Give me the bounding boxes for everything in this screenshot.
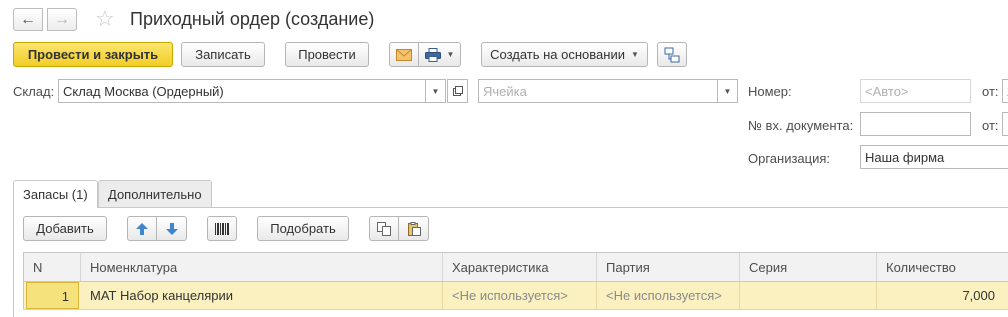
barcode-icon bbox=[215, 222, 229, 235]
cell-batch[interactable]: <Не используется> bbox=[597, 282, 740, 309]
arrow-left-icon: ← bbox=[20, 10, 36, 28]
copy-button[interactable] bbox=[369, 216, 399, 241]
incoming-date-field[interactable] bbox=[1002, 112, 1008, 136]
move-up-button[interactable] bbox=[127, 216, 157, 241]
cell-n[interactable]: 1 bbox=[26, 282, 79, 309]
cell-dropdown-button[interactable]: ▼ bbox=[718, 79, 738, 103]
cell-placeholder: Ячейка bbox=[483, 84, 527, 99]
structure-button[interactable] bbox=[657, 42, 687, 67]
organization-field[interactable]: Наша фирма bbox=[860, 145, 1008, 169]
create-based-on-label: Создать на основании bbox=[490, 47, 625, 62]
back-button[interactable]: ← bbox=[13, 8, 43, 31]
create-based-on-button[interactable]: Создать на основании ▼ bbox=[481, 42, 648, 67]
post-and-close-button[interactable]: Провести и закрыть bbox=[13, 42, 173, 67]
document-structure-icon bbox=[664, 47, 680, 62]
column-header-series[interactable]: Серия bbox=[740, 253, 877, 281]
print-button[interactable]: ▼ bbox=[418, 42, 461, 67]
table-row[interactable]: 1 МАТ Набор канцелярии <Не используется>… bbox=[23, 282, 1008, 310]
envelope-icon bbox=[396, 48, 412, 61]
tab-stock[interactable]: Запасы (1) bbox=[13, 180, 98, 208]
incoming-doc-field[interactable] bbox=[860, 112, 971, 136]
warehouse-dropdown-button[interactable]: ▼ bbox=[426, 79, 446, 103]
cell-series[interactable] bbox=[740, 282, 877, 309]
paste-button[interactable] bbox=[398, 216, 429, 241]
cell-characteristic[interactable]: <Не используется> bbox=[443, 282, 597, 309]
table-header: N Номенклатура Характеристика Партия Сер… bbox=[23, 252, 1008, 282]
chevron-down-icon: ▼ bbox=[446, 50, 455, 59]
forward-button[interactable]: → bbox=[47, 8, 77, 31]
organization-label: Организация: bbox=[748, 151, 831, 166]
column-header-characteristic[interactable]: Характеристика bbox=[443, 253, 597, 281]
incoming-date-label: от: bbox=[982, 118, 999, 133]
open-link-icon bbox=[452, 86, 463, 96]
tab-additional[interactable]: Дополнительно bbox=[98, 180, 212, 207]
email-button[interactable] bbox=[389, 42, 419, 67]
number-date-label: от: bbox=[982, 84, 999, 99]
column-header-batch[interactable]: Партия bbox=[597, 253, 740, 281]
cell-item[interactable]: МАТ Набор канцелярии bbox=[81, 282, 443, 309]
number-date-field[interactable]: 2 bbox=[1002, 79, 1008, 103]
warehouse-open-button[interactable] bbox=[447, 79, 468, 103]
barcode-button[interactable] bbox=[207, 216, 237, 241]
copy-icon bbox=[377, 221, 391, 236]
cell-field[interactable]: Ячейка bbox=[478, 79, 718, 103]
arrow-right-icon: → bbox=[54, 10, 70, 28]
column-header-item[interactable]: Номенклатура bbox=[81, 253, 443, 281]
cell-quantity[interactable]: 7,000 bbox=[877, 282, 1004, 309]
chevron-down-icon: ▼ bbox=[431, 86, 440, 96]
move-down-button[interactable] bbox=[156, 216, 187, 241]
warehouse-label: Склад: bbox=[13, 84, 55, 99]
number-placeholder: <Авто> bbox=[865, 84, 909, 99]
number-label: Номер: bbox=[748, 84, 792, 99]
post-button[interactable]: Провести bbox=[285, 42, 369, 67]
arrow-down-icon bbox=[165, 222, 178, 235]
pick-button[interactable]: Подобрать bbox=[257, 216, 349, 241]
window-title: Приходный ордер (создание) bbox=[130, 9, 375, 29]
paste-icon bbox=[407, 221, 421, 236]
save-button[interactable]: Записать bbox=[181, 42, 265, 67]
warehouse-field[interactable]: Склад Москва (Ордерный) bbox=[58, 79, 426, 103]
favorite-star-icon[interactable]: ☆ bbox=[95, 6, 115, 32]
chevron-down-icon: ▼ bbox=[723, 86, 732, 96]
number-field[interactable]: <Авто> bbox=[860, 79, 971, 103]
incoming-doc-label: № вх. документа: bbox=[748, 118, 854, 133]
arrow-up-icon bbox=[136, 222, 148, 235]
add-button[interactable]: Добавить bbox=[23, 216, 107, 241]
printer-icon bbox=[424, 47, 441, 62]
column-header-n[interactable]: N bbox=[24, 253, 81, 281]
chevron-down-icon: ▼ bbox=[630, 50, 639, 59]
column-header-quantity[interactable]: Количество bbox=[877, 253, 1008, 281]
